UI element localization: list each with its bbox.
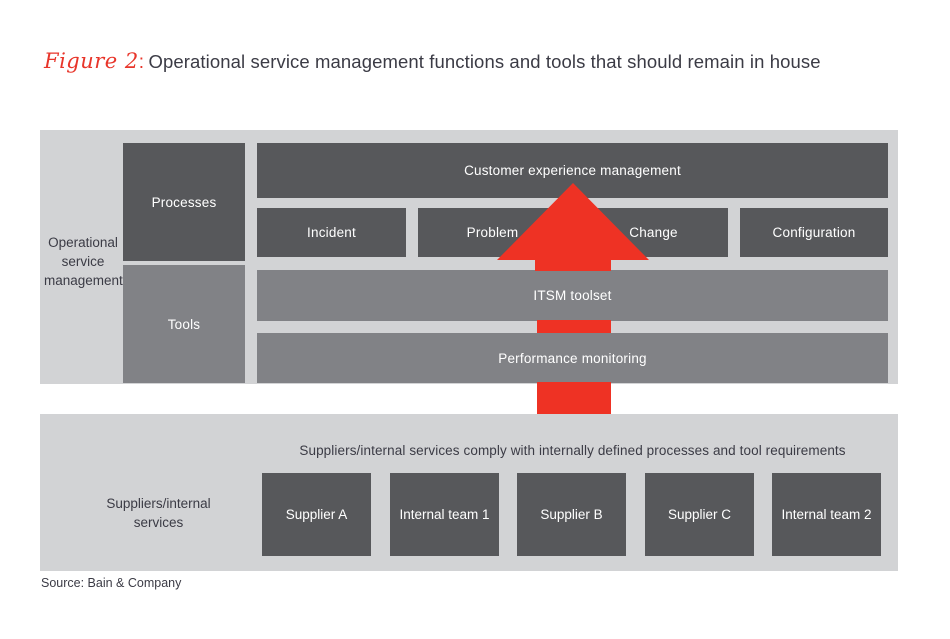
page-title: Figure 2: Operational service management… <box>44 44 904 78</box>
supplier-box-supplier-a: Supplier A <box>262 473 371 556</box>
tool-box-performance-monitoring-label: Performance monitoring <box>498 350 647 366</box>
arrow-shaft-segment <box>537 320 611 334</box>
supplier-box-internal-team-2: Internal team 2 <box>772 473 881 556</box>
tool-box-itsm-toolset-label: ITSM toolset <box>533 288 612 303</box>
supplier-compliance-note: Suppliers/internal services comply with … <box>299 443 846 458</box>
supplier-box-supplier-c: Supplier C <box>645 473 754 556</box>
supplier-box-supplier-b-label: Supplier B <box>540 507 603 522</box>
tool-box-itsm-toolset: ITSM toolset <box>257 270 888 321</box>
supplier-box-internal-team-1-label: Internal team 1 <box>399 507 490 522</box>
supplier-box-supplier-a-label: Supplier A <box>285 507 348 522</box>
panel-label-suppliers-internal-services: Suppliers/internal services <box>106 496 211 530</box>
category-box-processes-label: Processes <box>151 194 217 210</box>
supplier-box-supplier-c-label: Supplier C <box>667 507 732 522</box>
supplier-box-supplier-b: Supplier B <box>517 473 626 556</box>
category-box-processes: Processes <box>123 143 245 261</box>
figure-title-text: Operational service management functions… <box>148 51 821 72</box>
category-box-tools-label: Tools <box>167 316 201 332</box>
category-box-tools: Tools <box>123 265 245 383</box>
figure-number: Figure 2 <box>44 49 139 73</box>
process-box-customer-experience-management: Customer experience management <box>257 143 888 198</box>
process-box-incident-label: Incident <box>307 225 356 240</box>
process-box-incident: Incident <box>257 208 406 257</box>
supplier-box-internal-team-2-label: Internal team 2 <box>781 507 872 522</box>
process-box-customer-experience-management-label: Customer experience management <box>464 163 681 178</box>
panel-label-operational-service-management: Operational service management <box>44 235 123 288</box>
source-note: Source: Bain & Company <box>41 576 182 590</box>
process-box-configuration-label: Configuration <box>772 225 856 240</box>
process-box-change-label: Change <box>629 225 678 240</box>
tool-box-performance-monitoring: Performance monitoring <box>257 333 888 383</box>
process-box-problem: Problem <box>418 208 567 257</box>
figure-colon: : <box>138 52 145 73</box>
process-box-change: Change <box>579 208 728 257</box>
arrow-shaft-segment <box>537 257 611 271</box>
process-box-problem-label: Problem <box>466 225 519 240</box>
process-box-configuration: Configuration <box>740 208 888 257</box>
supplier-box-internal-team-1: Internal team 1 <box>390 473 499 556</box>
